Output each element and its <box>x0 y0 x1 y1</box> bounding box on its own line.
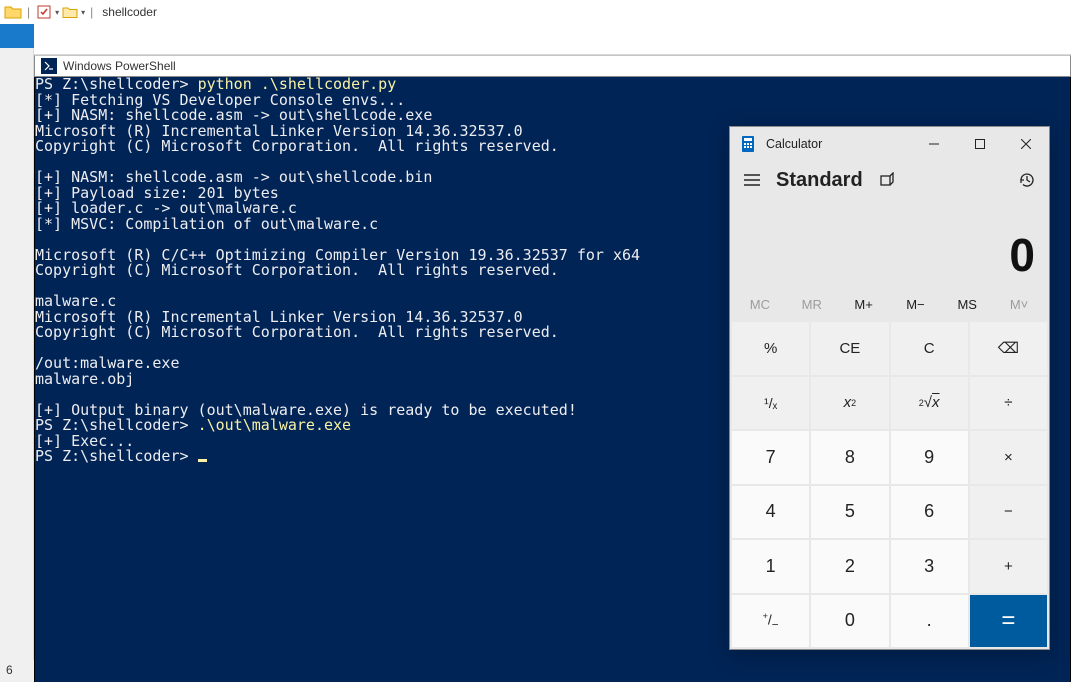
key-percent[interactable]: % <box>732 322 809 375</box>
mem-list[interactable]: M˅ <box>993 297 1045 312</box>
hamburger-icon[interactable] <box>742 170 762 190</box>
keep-on-top-icon[interactable] <box>877 170 897 190</box>
calculator-display: 0 <box>730 200 1049 288</box>
mem-minus[interactable]: M− <box>889 297 941 312</box>
minimize-button[interactable] <box>911 127 957 160</box>
key-c[interactable]: C <box>891 322 968 375</box>
mem-clear[interactable]: MC <box>734 297 786 312</box>
key-7[interactable]: 7 <box>732 431 809 484</box>
key-negate[interactable]: +/− <box>732 595 809 648</box>
key-sqrt[interactable]: 2√x <box>891 377 968 430</box>
folder-icon <box>4 3 22 21</box>
powershell-title: Windows PowerShell <box>63 59 176 73</box>
maximize-button[interactable] <box>957 127 1003 160</box>
dropdown-icon[interactable]: ▾ <box>81 8 85 17</box>
calculator-title: Calculator <box>766 137 822 151</box>
key-reciprocal[interactable]: ¹/ₓ <box>732 377 809 430</box>
key-2[interactable]: 2 <box>811 540 888 593</box>
key-backspace[interactable]: ⌫ <box>970 322 1047 375</box>
key-ce[interactable]: CE <box>811 322 888 375</box>
key-square[interactable]: x2 <box>811 377 888 430</box>
toolbar-separator: | <box>27 5 30 19</box>
calculator-keypad: % CE C ⌫ ¹/ₓ x2 2√x ÷ 7 8 9 × 4 5 6 − 1 … <box>730 320 1049 649</box>
key-add[interactable]: + <box>970 540 1047 593</box>
key-6[interactable]: 6 <box>891 486 968 539</box>
key-equals[interactable]: = <box>970 595 1047 648</box>
cursor-icon <box>198 459 207 462</box>
calculator-titlebar[interactable]: Calculator <box>730 127 1049 160</box>
calculator-header: Standard <box>730 160 1049 200</box>
save-icon[interactable] <box>35 3 53 21</box>
ps-output: [*] Fetching VS Developer Console envs..… <box>35 91 640 419</box>
close-button[interactable] <box>1003 127 1049 160</box>
folder-small-icon <box>61 3 79 21</box>
file-menu-tab[interactable] <box>0 24 34 48</box>
calculator-icon <box>740 136 756 152</box>
history-icon[interactable] <box>1017 170 1037 190</box>
key-5[interactable]: 5 <box>811 486 888 539</box>
mem-recall[interactable]: MR <box>786 297 838 312</box>
key-divide[interactable]: ÷ <box>970 377 1047 430</box>
display-value: 0 <box>1009 228 1035 282</box>
key-subtract[interactable]: − <box>970 486 1047 539</box>
explorer-toolbar: | ▾ ▾ | shellcoder <box>0 0 1071 55</box>
key-multiply[interactable]: × <box>970 431 1047 484</box>
mem-plus[interactable]: M+ <box>838 297 890 312</box>
key-9[interactable]: 9 <box>891 431 968 484</box>
powershell-titlebar[interactable]: Windows PowerShell <box>34 55 1071 77</box>
dropdown-icon[interactable]: ▾ <box>55 8 59 17</box>
calculator-mode: Standard <box>776 169 863 192</box>
mem-store[interactable]: MS <box>941 297 993 312</box>
key-0[interactable]: 0 <box>811 595 888 648</box>
ps-prompt: PS Z:\shellcoder> <box>35 447 198 465</box>
key-1[interactable]: 1 <box>732 540 809 593</box>
powershell-icon <box>41 58 57 74</box>
explorer-status-bar: 6 <box>0 660 34 682</box>
ps-command: .\out\malware.exe <box>198 416 352 434</box>
key-decimal[interactable]: . <box>891 595 968 648</box>
explorer-nav-pane <box>0 48 34 682</box>
key-8[interactable]: 8 <box>811 431 888 484</box>
key-3[interactable]: 3 <box>891 540 968 593</box>
explorer-title: shellcoder <box>102 5 157 19</box>
calculator-window: Calculator Standard 0 MC MR M+ M− MS <box>729 126 1050 650</box>
key-4[interactable]: 4 <box>732 486 809 539</box>
toolbar-separator: | <box>90 5 93 19</box>
memory-row: MC MR M+ M− MS M˅ <box>730 288 1049 320</box>
